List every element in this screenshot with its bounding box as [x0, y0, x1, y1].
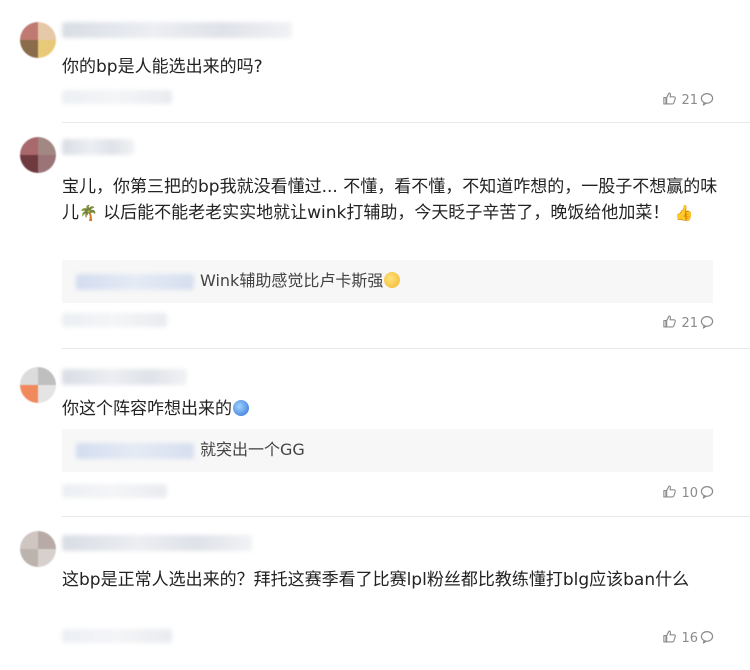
avatar-cell [38, 531, 56, 549]
like-button[interactable]: 16 [662, 629, 698, 648]
reply-button[interactable] [700, 485, 714, 499]
avatar-cell [20, 22, 38, 40]
avatar-cell [20, 137, 38, 155]
comment-text-part: 以后能不能老老实实地就让wink打辅助，今天眨子辛苦了，晚饭给他加菜！ [97, 203, 670, 223]
avatar[interactable] [20, 531, 56, 567]
username-blurred[interactable] [62, 369, 187, 385]
like-count: 16 [681, 631, 698, 646]
like-button[interactable]: 21 [662, 91, 698, 110]
comment-text: 你的bp是人能选出来的吗? [62, 57, 263, 77]
avatar[interactable] [20, 137, 56, 173]
avatar-cell [20, 155, 38, 173]
avatar[interactable] [20, 367, 56, 403]
thumbs-up-icon [662, 484, 677, 503]
username-blurred[interactable] [62, 535, 252, 551]
like-count: 10 [681, 486, 698, 501]
comment-meta-blurred [62, 313, 167, 327]
avatar-cell [38, 385, 56, 403]
comment-bubble-icon [700, 92, 714, 106]
avatar-cell [38, 22, 56, 40]
comment-item: 你的bp是人能选出来的吗? 21 [0, 0, 750, 123]
avatar-cell [20, 385, 38, 403]
avatar-cell [38, 40, 56, 58]
reply-button[interactable] [700, 630, 714, 644]
comment-bubble-icon [700, 630, 714, 644]
reply-text-label: Wink辅助感觉比卢卡斯强 [200, 271, 384, 290]
reply-preview[interactable]: 就突出一个GG [62, 429, 713, 472]
reply-text: Wink辅助感觉比卢卡斯强 [200, 270, 401, 292]
comment-bubble-icon [700, 315, 714, 329]
face-emoji-icon [384, 272, 401, 288]
reply-button[interactable] [700, 315, 714, 329]
palm-emoji-icon: 🌴 [79, 204, 98, 222]
username-blurred[interactable] [62, 22, 292, 38]
avatar-cell [20, 549, 38, 567]
like-count: 21 [681, 93, 698, 108]
thumbs-up-icon [662, 91, 677, 110]
like-button[interactable]: 21 [662, 314, 698, 333]
thumbs-up-emoji-icon: 👍 [674, 204, 694, 222]
comment-text: 宝儿，你第三把的bp我就没看懂过... 不懂，看不懂，不知道咋想的，一股子不想赢… [62, 174, 727, 226]
avatar-cell [38, 367, 56, 385]
reply-username-blurred [76, 274, 194, 290]
reply-username-blurred [76, 443, 194, 459]
avatar-cell [20, 531, 38, 549]
comment-bubble-icon [700, 485, 714, 499]
reply-button[interactable] [700, 92, 714, 106]
comment-item: 宝儿，你第三把的bp我就没看懂过... 不懂，看不懂，不知道咋想的，一股子不想赢… [0, 123, 750, 349]
comment-text: 这bp是正常人选出来的？拜托这赛季看了比赛lpl粉丝都比教练懂打blg应该ban… [62, 570, 690, 590]
reply-preview[interactable]: Wink辅助感觉比卢卡斯强 [62, 260, 713, 303]
comment-item: 这bp是正常人选出来的？拜托这赛季看了比赛lpl粉丝都比教练懂打blg应该ban… [0, 517, 750, 670]
avatar[interactable] [20, 22, 56, 58]
avatar-cell [20, 367, 38, 385]
avatar-cell [38, 137, 56, 155]
like-count: 21 [681, 316, 698, 331]
thumbs-up-icon [662, 629, 677, 648]
comment-meta-blurred [62, 484, 167, 498]
comment-text-label: 你这个阵容咋想出来的 [62, 399, 232, 419]
comment-meta-blurred [62, 629, 172, 643]
shocked-face-emoji-icon [233, 400, 249, 416]
avatar-cell [38, 549, 56, 567]
comment-meta-blurred [62, 90, 172, 104]
avatar-cell [38, 155, 56, 173]
avatar-cell [20, 40, 38, 58]
comment-item: 你这个阵容咋想出来的 就突出一个GG 10 [0, 349, 750, 517]
comment-text: 你这个阵容咋想出来的 [62, 396, 727, 422]
thumbs-up-icon [662, 314, 677, 333]
reply-text: 就突出一个GG [200, 440, 305, 459]
username-blurred[interactable] [62, 139, 134, 155]
like-button[interactable]: 10 [662, 484, 698, 503]
